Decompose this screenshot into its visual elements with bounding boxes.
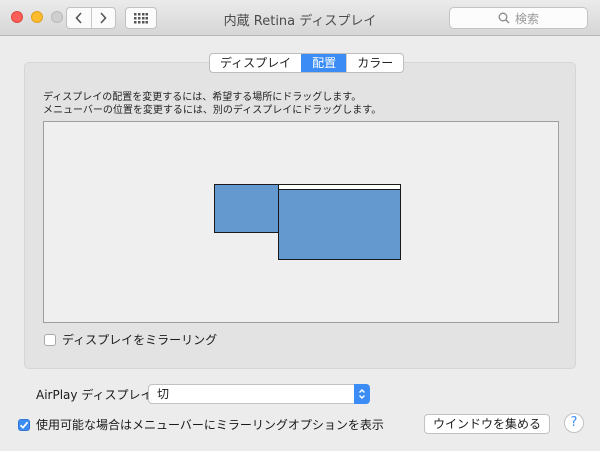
search-icon	[498, 12, 510, 24]
instruction-line-1: ディスプレイの配置を変更するには、希望する場所にドラッグします。	[43, 92, 362, 103]
tab-bar: ディスプレイ 配置 カラー	[209, 53, 405, 73]
mirror-displays-checkbox[interactable]	[44, 333, 56, 346]
show-mirroring-options-label: 使用可能な場合はメニューバーにミラーリングオプションを表示	[36, 418, 384, 432]
help-button[interactable]: ?	[564, 413, 584, 433]
search-field[interactable]: 検索	[449, 7, 588, 29]
secondary-display[interactable]	[214, 184, 279, 233]
mirror-displays-label: ディスプレイをミラーリング	[62, 333, 218, 347]
tab-arrangement[interactable]: 配置	[301, 54, 347, 72]
airplay-display-value: 切	[157, 387, 170, 401]
display-arrangement-area	[43, 121, 559, 323]
mirror-displays-option[interactable]: ディスプレイをミラーリング	[44, 331, 217, 348]
airplay-display-label: AirPlay ディスプレイ：	[36, 388, 165, 402]
airplay-display-select[interactable]: 切	[148, 384, 370, 404]
gather-windows-button[interactable]: ウインドウを集める	[424, 414, 550, 434]
title-bar: 内蔵 Retina ディスプレイ 検索	[0, 0, 600, 36]
menu-bar-indicator[interactable]	[279, 185, 400, 190]
instruction-line-2: メニューバーの位置を変更するには、別のディスプレイにドラッグします。	[43, 105, 382, 116]
search-placeholder: 検索	[514, 11, 539, 26]
tab-display[interactable]: ディスプレイ	[210, 54, 301, 72]
tab-color[interactable]: カラー	[346, 54, 403, 72]
show-mirroring-options-option[interactable]: 使用可能な場合はメニューバーにミラーリングオプションを表示	[18, 416, 384, 433]
main-display[interactable]	[278, 184, 401, 260]
select-arrows-icon	[354, 384, 370, 404]
checkmark-icon	[19, 421, 29, 429]
arrangement-instructions: ディスプレイの配置を変更するには、希望する場所にドラッグします。 メニューバーの…	[43, 91, 381, 117]
show-mirroring-options-checkbox[interactable]	[18, 418, 30, 431]
